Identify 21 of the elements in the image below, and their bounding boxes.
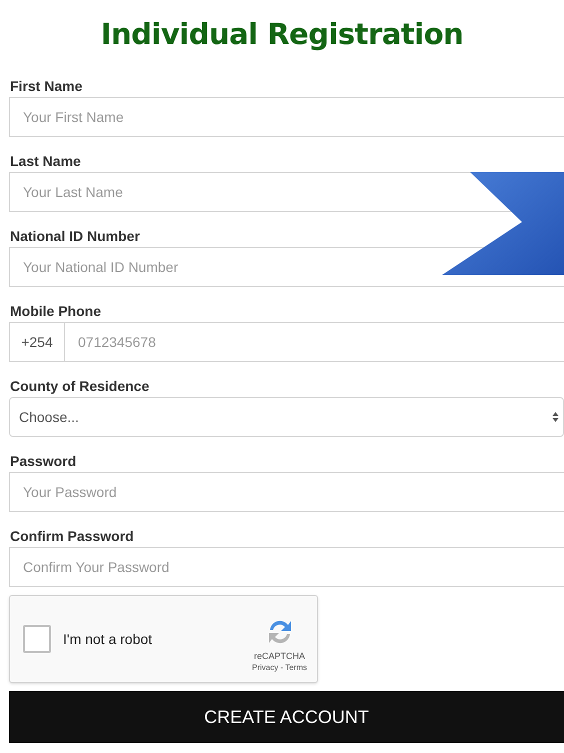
captcha-links[interactable]: Privacy - Terms: [252, 662, 307, 674]
checkbox[interactable]: [23, 625, 51, 653]
create-account-button[interactable]: CREATE ACCOUNT: [9, 691, 564, 743]
input-field[interactable]: Your Password: [9, 472, 564, 512]
field-label: Last Name: [10, 152, 82, 171]
input-field[interactable]: Confirm Your Password: [9, 547, 564, 587]
updown-icon: [552, 411, 559, 423]
field-label: Password: [10, 452, 78, 471]
input-field[interactable]: Your First Name: [9, 97, 564, 137]
country-code: +254: [9, 322, 65, 362]
field-label: First Name: [10, 77, 84, 96]
page-title: Individual Registration: [100, 16, 464, 53]
field-label: Mobile Phone: [10, 302, 102, 321]
field-label: County of Residence: [10, 377, 150, 396]
select-field[interactable]: Choose...: [9, 397, 564, 437]
field-label: National ID Number: [10, 227, 141, 246]
field-label: Confirm Password: [10, 527, 135, 546]
input-field[interactable]: 0712345678: [65, 322, 564, 362]
captcha-label: I'm not a robot: [63, 630, 152, 648]
chevron-icon: [442, 172, 564, 275]
captcha-brand: reCAPTCHA: [254, 650, 306, 662]
